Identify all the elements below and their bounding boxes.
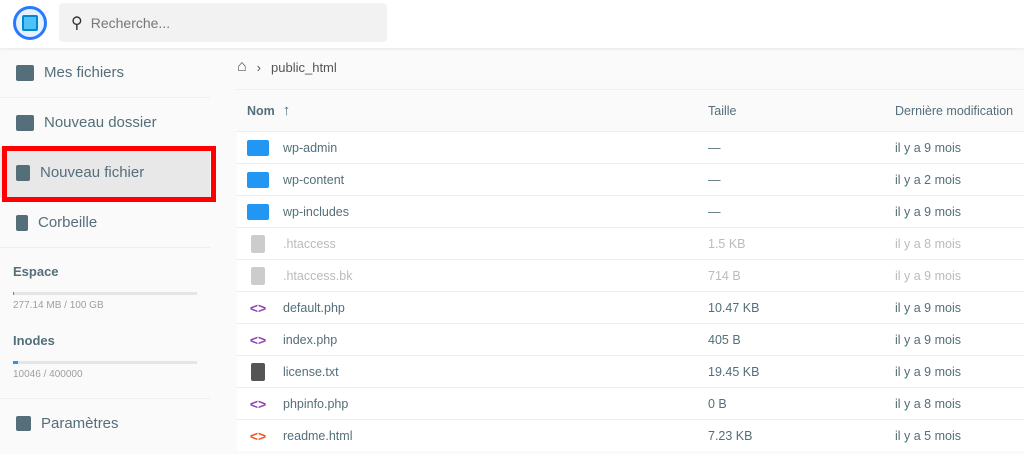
folder-icon — [247, 139, 269, 156]
file-name: license.txt — [283, 364, 339, 379]
file-size: 10.47 KB — [708, 300, 760, 315]
folder-icon — [16, 64, 34, 81]
sidebar-item-label: Corbeille — [38, 214, 98, 231]
code-icon: <> — [249, 395, 267, 412]
space-usage: Espace 277.14 MB / 100 GB — [0, 264, 210, 311]
home-icon[interactable]: ⌂ — [237, 58, 247, 76]
file-name: wp-includes — [283, 204, 350, 219]
table-row[interactable]: <> default.php 10.47 KB il y a 9 mois — [237, 291, 1024, 323]
sidebar: Mes fichiers Nouveau dossier Nouveau fic… — [0, 48, 210, 448]
table-row[interactable]: wp-includes — il y a 9 mois — [237, 195, 1024, 227]
file-modified: il y a 8 mois — [895, 396, 961, 411]
file-modified: il y a 2 mois — [895, 172, 961, 187]
sidebar-item-settings[interactable]: Paramètres — [0, 398, 210, 448]
file-modified: il y a 9 mois — [895, 140, 961, 155]
table-row[interactable]: wp-admin — il y a 9 mois — [237, 131, 1024, 163]
file-icon — [247, 234, 269, 253]
file-size: — — [708, 172, 721, 187]
folder-icon — [247, 171, 269, 188]
sidebar-item-new-folder[interactable]: Nouveau dossier — [0, 98, 210, 148]
file-modified: il y a 9 mois — [895, 204, 961, 219]
chevron-right-icon: › — [256, 59, 262, 75]
file-size: — — [708, 204, 721, 219]
table-row[interactable]: .htaccess.bk 714 B il y a 9 mois — [237, 259, 1024, 291]
file-size: 405 B — [708, 332, 741, 347]
space-title: Espace — [13, 264, 59, 279]
table-row[interactable]: <> readme.html 7.23 KB il y a 5 mois — [237, 419, 1024, 451]
inodes-text: 10046 / 400000 — [13, 369, 83, 380]
folder-icon — [247, 203, 269, 220]
folder-plus-icon — [16, 114, 34, 131]
sidebar-item-label: Mes fichiers — [44, 64, 125, 81]
table-row[interactable]: license.txt 19.45 KB il y a 9 mois — [237, 355, 1024, 387]
file-size: 19.45 KB — [708, 364, 760, 379]
table-row[interactable]: .htaccess 1.5 KB il y a 8 mois — [237, 227, 1024, 259]
sidebar-item-trash[interactable]: Corbeille — [0, 198, 210, 248]
file-size: 714 B — [708, 268, 741, 283]
file-modified: il y a 8 mois — [895, 236, 961, 251]
arrow-up-icon: ↑ — [282, 102, 291, 119]
file-icon — [247, 266, 269, 285]
table-row[interactable]: <> index.php 405 B il y a 9 mois — [237, 323, 1024, 355]
gear-icon — [16, 416, 31, 431]
file-modified: il y a 9 mois — [895, 268, 961, 283]
code-icon: <> — [249, 331, 267, 348]
inodes-usage: Inodes 10046 / 400000 — [0, 333, 210, 380]
file-list: Nom ↑ Taille Dernière modification wp-adm… — [237, 89, 1024, 451]
breadcrumb: ⌂ › public_html — [237, 58, 337, 76]
file-modified: il y a 9 mois — [895, 300, 961, 315]
file-name: wp-content — [283, 172, 345, 187]
sidebar-item-my-files[interactable]: Mes fichiers — [0, 48, 210, 98]
name-header: Nom — [247, 103, 275, 118]
file-modified: il y a 9 mois — [895, 332, 961, 347]
trash-icon — [16, 214, 28, 231]
file-name: .htaccess — [283, 236, 336, 251]
text-file-icon — [247, 362, 269, 381]
breadcrumb-current[interactable]: public_html — [271, 60, 337, 75]
file-modified: il y a 5 mois — [895, 428, 961, 443]
table-header: Nom ↑ Taille Dernière modification — [237, 89, 1024, 131]
file-size: 7.23 KB — [708, 428, 753, 443]
size-header[interactable]: Taille — [708, 104, 895, 118]
file-modified: il y a 9 mois — [895, 364, 961, 379]
code-icon: <> — [249, 299, 267, 316]
inodes-progress — [13, 361, 197, 364]
html-icon: <> — [249, 427, 267, 444]
sidebar-item-label: Paramètres — [41, 415, 119, 432]
logo-icon[interactable] — [13, 6, 47, 40]
file-name: default.php — [283, 300, 345, 315]
search-placeholder: Recherche... — [90, 14, 171, 31]
highlight-box — [2, 146, 216, 202]
file-name: .htaccess.bk — [283, 268, 353, 283]
modified-header[interactable]: Dernière modification — [895, 104, 1024, 118]
sidebar-item-label: Nouveau dossier — [44, 114, 157, 131]
search-icon: ⚲ — [71, 14, 83, 32]
inodes-title: Inodes — [13, 333, 55, 348]
sort-by-name[interactable]: Nom ↑ — [237, 102, 708, 119]
search-input[interactable]: ⚲ Recherche... — [59, 3, 387, 42]
space-progress — [13, 292, 197, 295]
table-row[interactable]: wp-content — il y a 2 mois — [237, 163, 1024, 195]
file-name: readme.html — [283, 428, 353, 443]
file-name: index.php — [283, 332, 338, 347]
space-text: 277.14 MB / 100 GB — [13, 300, 104, 311]
top-bar: ⚲ Recherche... — [0, 0, 1024, 48]
file-name: phpinfo.php — [283, 396, 349, 411]
table-row[interactable]: <> phpinfo.php 0 B il y a 8 mois — [237, 387, 1024, 419]
file-size: 1.5 KB — [708, 236, 746, 251]
file-size: — — [708, 140, 721, 155]
file-size: 0 B — [708, 396, 727, 411]
file-name: wp-admin — [283, 140, 338, 155]
